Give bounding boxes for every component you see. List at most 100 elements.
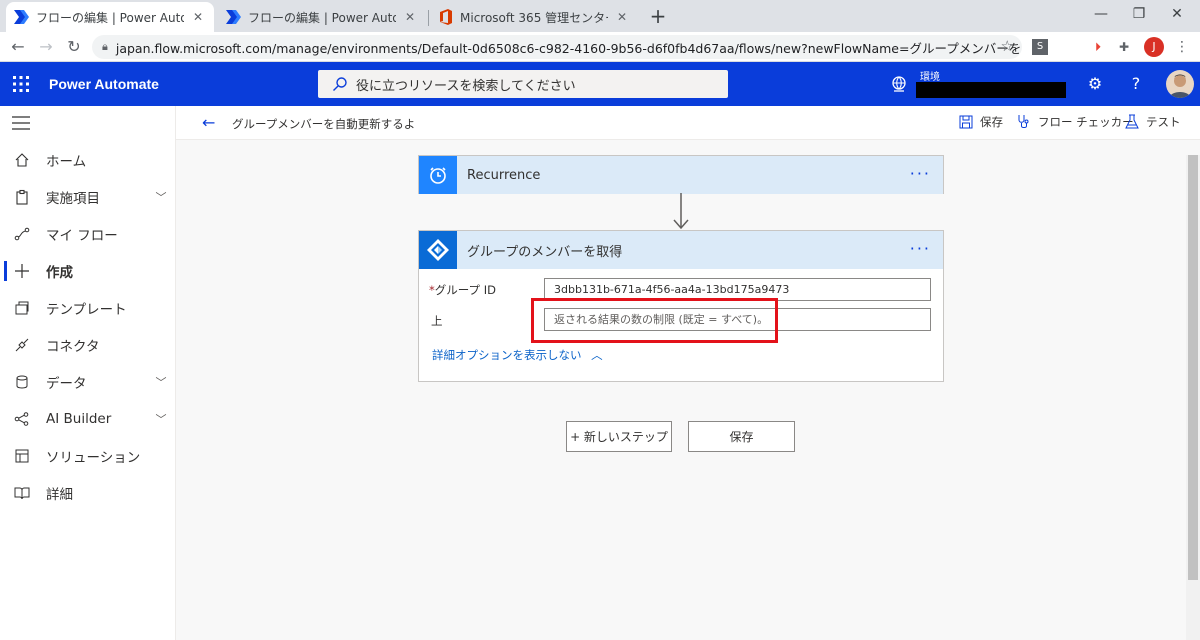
nav-label: データ (46, 376, 87, 392)
trigger-card-header[interactable]: Recurrence ··· (419, 156, 943, 194)
extensions-puzzle-icon[interactable]: ✚ (1116, 39, 1132, 55)
connector-arrow-icon (673, 193, 689, 230)
app-name[interactable]: Power Automate (49, 76, 159, 92)
action-title: グループのメンバーを取得 (467, 244, 623, 260)
nav-item-home[interactable]: ホーム (0, 142, 176, 178)
template-icon (0, 300, 46, 316)
action-card-header[interactable]: グループのメンバーを取得 ··· (419, 231, 943, 269)
red-highlight-box (531, 298, 778, 343)
flow-icon (0, 226, 46, 242)
left-navigation: ホーム 実施項目 ﹀ マイ フロー 作成 テンプレート コネクタ データ ﹀ A… (0, 106, 176, 640)
nav-item-action-items[interactable]: 実施項目 ﹀ (0, 179, 176, 215)
nav-item-templates[interactable]: テンプレート (0, 290, 176, 326)
advanced-link-label: 詳細オプションを表示しない (432, 348, 582, 362)
browser-tab[interactable]: フローの編集 | Power Automate ✕ (6, 2, 214, 32)
test-command[interactable]: テスト (1124, 114, 1181, 130)
nav-label: コネクタ (46, 339, 100, 355)
help-icon[interactable]: ? (1124, 72, 1148, 96)
flask-icon (1124, 114, 1140, 130)
trigger-title: Recurrence (467, 167, 541, 183)
new-tab-button[interactable]: + (646, 5, 670, 29)
hide-advanced-options-link[interactable]: 詳細オプションを表示しない ︿ (432, 347, 603, 363)
flow-name[interactable]: グループメンバーを自動更新するよ (232, 116, 415, 132)
nav-label: 詳細 (46, 487, 73, 503)
window-close-icon[interactable]: ✕ (1154, 0, 1200, 30)
canvas-scrollbar[interactable] (1186, 155, 1200, 640)
scrollbar-thumb[interactable] (1188, 155, 1198, 580)
url-text: japan.flow.microsoft.com/manage/environm… (115, 40, 1022, 56)
extension-record-icon[interactable]: ⏵ (1090, 39, 1106, 55)
save-command[interactable]: 保存 (958, 114, 1003, 130)
nav-item-solutions[interactable]: ソリューション (0, 438, 176, 474)
environment-globe-icon[interactable] (890, 75, 908, 93)
book-icon (0, 485, 46, 501)
forward-arrow-icon[interactable]: → (34, 35, 58, 59)
save-button[interactable]: 保存 (688, 421, 795, 452)
nav-item-my-flows[interactable]: マイ フロー (0, 216, 176, 252)
connector-icon (0, 337, 46, 353)
close-icon[interactable]: ✕ (190, 10, 206, 24)
test-command-label: テスト (1146, 115, 1181, 129)
flow-checker-label: フロー チェッカー (1038, 115, 1134, 129)
power-automate-icon (14, 9, 30, 25)
settings-gear-icon[interactable]: ⚙ (1083, 72, 1107, 96)
chevron-up-icon: ︿ (591, 348, 603, 362)
browser-tab-strip: フローの編集 | Power Automate ✕ フローの編集 | Power… (0, 0, 1200, 32)
group-id-label-text: グループ ID (434, 283, 496, 297)
browser-tab[interactable]: Microsoft 365 管理センター - ホーム ✕ (430, 2, 638, 32)
tab-divider (428, 10, 429, 26)
azure-ad-icon (419, 231, 457, 269)
chevron-down-icon[interactable]: ﹀ (146, 189, 176, 205)
tab-title: Microsoft 365 管理センター - ホーム (460, 10, 608, 25)
environment-name-redacted[interactable] (916, 82, 1066, 98)
nav-label: テンプレート (46, 302, 127, 318)
nav-label: ソリューション (46, 450, 141, 466)
nav-label: 実施項目 (46, 191, 100, 207)
nav-label: ホーム (46, 154, 87, 170)
nav-label: 作成 (46, 265, 73, 281)
nav-label: AI Builder (46, 411, 112, 427)
nav-item-create[interactable]: 作成 (0, 253, 176, 289)
nav-item-connectors[interactable]: コネクタ (0, 327, 176, 363)
app-launcher-icon[interactable] (12, 75, 30, 93)
clock-icon (419, 156, 457, 194)
nav-item-ai-builder[interactable]: AI Builder ﹀ (0, 401, 176, 437)
save-command-label: 保存 (980, 115, 1003, 129)
environment-label: 環境 (920, 72, 940, 83)
clipboard-icon (0, 189, 46, 205)
more-options-icon[interactable]: ··· (910, 239, 931, 258)
flow-checker-command[interactable]: フロー チェッカー (1016, 114, 1134, 130)
back-arrow-icon[interactable]: ← (202, 114, 220, 132)
group-id-label: *グループ ID (429, 282, 496, 298)
nav-item-data[interactable]: データ ﹀ (0, 364, 176, 400)
browser-menu-icon[interactable]: ⋮ (1174, 37, 1190, 57)
new-step-button[interactable]: + 新しいステップ (566, 421, 672, 452)
browser-toolbar: ← → ↻ 🔒︎ japan.flow.microsoft.com/manage… (0, 32, 1200, 62)
browser-tab[interactable]: フローの編集 | Power Automate ✕ (218, 2, 426, 32)
nav-item-learn[interactable]: 詳細 (0, 475, 176, 511)
chevron-down-icon[interactable]: ﹀ (146, 374, 176, 390)
close-icon[interactable]: ✕ (614, 10, 630, 24)
chevron-down-icon[interactable]: ﹀ (146, 411, 176, 427)
database-icon (0, 374, 46, 390)
reload-icon[interactable]: ↻ (62, 35, 86, 59)
bookmark-star-icon[interactable]: ☆ (1001, 37, 1014, 55)
user-avatar[interactable] (1166, 70, 1194, 98)
back-arrow-icon[interactable]: ← (6, 35, 30, 59)
close-icon[interactable]: ✕ (402, 10, 418, 24)
tab-title: フローの編集 | Power Automate (248, 10, 396, 25)
trigger-card-recurrence[interactable]: Recurrence ··· (418, 155, 944, 194)
extension-s-icon[interactable]: S (1032, 39, 1048, 55)
more-options-icon[interactable]: ··· (910, 164, 931, 183)
power-automate-icon (226, 9, 242, 25)
nav-label: マイ フロー (46, 228, 118, 244)
browser-profile-avatar[interactable]: J (1144, 37, 1164, 57)
ai-builder-icon (0, 411, 46, 427)
tab-title: フローの編集 | Power Automate (36, 10, 184, 25)
hamburger-menu-icon[interactable] (12, 116, 30, 130)
search-placeholder: 役に立つリソースを検索してください (356, 78, 576, 94)
plus-icon (0, 263, 46, 279)
search-input[interactable]: 役に立つリソースを検索してください (318, 70, 728, 98)
address-bar[interactable]: 🔒︎ japan.flow.microsoft.com/manage/envir… (92, 35, 1022, 59)
home-icon (0, 152, 46, 168)
